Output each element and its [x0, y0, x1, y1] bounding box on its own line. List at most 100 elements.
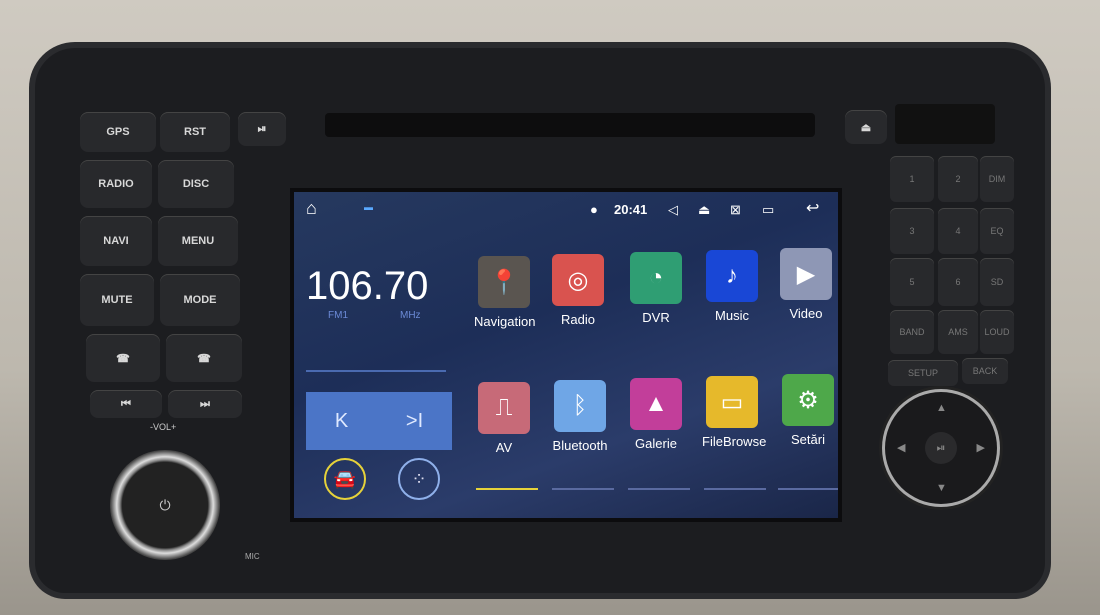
gps-button[interactable]: GPS — [80, 112, 156, 152]
phone-hangup-icon: ☎ — [197, 352, 211, 365]
up-arrow-icon[interactable]: ▲ — [936, 402, 947, 414]
app-av[interactable]: ⎍ AV — [474, 382, 534, 455]
navi-label: NAVI — [103, 235, 129, 247]
back-icon[interactable]: ↩ — [806, 198, 819, 218]
volume-label: -VOL+ — [150, 422, 177, 432]
app-radio[interactable]: ◎ Radio — [548, 254, 608, 327]
disc-button[interactable]: DISC — [158, 160, 234, 208]
next-label: ⏭ — [200, 397, 210, 410]
app-label: Radio — [561, 312, 595, 327]
page-indicator-active — [476, 488, 538, 490]
key-band[interactable]: BAND — [890, 310, 934, 354]
rst-button[interactable]: RST — [160, 112, 230, 152]
tuner-scale — [306, 370, 446, 372]
page-indicator — [704, 488, 766, 490]
eject-icon[interactable]: ⏏ — [698, 202, 710, 218]
navi-button[interactable]: NAVI — [80, 216, 152, 266]
apps-grid-icon: ⁘ — [411, 468, 427, 489]
page-indicator — [552, 488, 614, 490]
key-4[interactable]: 4 — [938, 208, 978, 254]
radio-frequency[interactable]: 106.70 — [306, 264, 428, 309]
next-track-button[interactable]: ⏭ — [168, 390, 242, 418]
down-arrow-icon[interactable]: ▼ — [936, 482, 947, 494]
car-icon: 🚘 — [333, 468, 357, 489]
key-setup[interactable]: SETUP — [888, 360, 958, 386]
app-label: Galerie — [635, 436, 677, 451]
folder-icon: ▭ — [706, 376, 758, 428]
call-hangup-button[interactable]: ☎ — [166, 334, 242, 382]
radio-label: RADIO — [98, 178, 134, 190]
key-6[interactable]: 6 — [938, 258, 978, 306]
key-ams[interactable]: AMS — [938, 310, 978, 354]
gallery-icon: ▲ — [630, 378, 682, 430]
media-controls: K >I — [306, 392, 452, 450]
key-loud[interactable]: LOUD — [980, 310, 1014, 354]
mute-button[interactable]: MUTE — [80, 274, 154, 326]
key-eq[interactable]: EQ — [980, 208, 1014, 254]
close-screen-icon[interactable]: ⊠ — [730, 202, 741, 218]
menu-button[interactable]: MENU — [158, 216, 238, 266]
left-arrow-icon[interactable]: ◀ — [897, 441, 905, 454]
all-apps-button[interactable]: ⁘ — [398, 458, 440, 500]
volume-icon[interactable]: ◁ — [668, 202, 678, 218]
key-2[interactable]: 2 — [938, 156, 978, 202]
app-galerie[interactable]: ▲ Galerie — [626, 378, 686, 451]
key-1[interactable]: 1 — [890, 156, 934, 202]
app-label: Video — [789, 306, 823, 321]
rst-label: RST — [184, 126, 206, 138]
app-navigation[interactable]: 📍 Navigation — [474, 256, 536, 329]
navigation-dpad[interactable]: ▲ ▼ ◀ ▶ ⏯ — [885, 392, 997, 504]
prev-track-button[interactable]: ⏮ — [90, 390, 162, 418]
music-note-icon: ♪ — [706, 250, 758, 302]
notification-icon: ▬ — [364, 202, 373, 212]
home-icon[interactable]: ⌂ — [306, 198, 317, 219]
play-icon: ▶ — [780, 248, 832, 300]
app-video[interactable]: ▶ Video — [776, 248, 836, 321]
previous-icon[interactable]: K — [335, 410, 348, 433]
volume-knob[interactable]: ⏻ — [110, 450, 220, 560]
location-pin-icon: 📍 — [478, 256, 530, 308]
mic-label: MIC — [245, 552, 260, 561]
app-label: DVR — [642, 310, 670, 325]
location-icon: ● — [590, 202, 598, 217]
recent-apps-icon[interactable]: ▭ — [762, 202, 774, 218]
play-pause-icon[interactable]: ⏯ — [925, 432, 957, 464]
car-settings-button[interactable]: 🚘 — [324, 458, 366, 500]
app-label: AV — [495, 440, 513, 455]
app-label: Navigation — [474, 314, 536, 329]
app-bluetooth[interactable]: ᛒ Bluetooth — [550, 380, 610, 453]
disc-slot — [325, 113, 815, 137]
app-label: Setări — [791, 432, 825, 447]
av-in-icon: ⎍ — [478, 382, 530, 434]
call-answer-button[interactable]: ☎ — [86, 334, 160, 382]
app-dvr[interactable]: ◔ DVR — [626, 252, 686, 325]
phone-answer-icon: ☎ — [116, 352, 130, 365]
status-bar: ⌂ ▬ ● 20:41 ◁ ⏏ ⊠ ▭ ↩ — [294, 192, 838, 228]
mute-label: MUTE — [101, 294, 133, 306]
eject-button[interactable]: ⏏ — [845, 110, 887, 144]
menu-label: MENU — [181, 235, 215, 247]
mode-label: MODE — [183, 294, 217, 306]
next-icon[interactable]: >I — [406, 410, 423, 433]
touch-screen: ⌂ ▬ ● 20:41 ◁ ⏏ ⊠ ▭ ↩ 106.70 FM1 MHz K >… — [290, 188, 842, 522]
clock: 20:41 — [614, 202, 648, 217]
gauge-icon: ◔ — [630, 252, 682, 304]
broadcast-icon: ◎ — [552, 254, 604, 306]
sd-card-slot[interactable] — [895, 104, 995, 144]
key-5[interactable]: 5 — [890, 258, 934, 306]
radio-unit: MHz — [400, 310, 421, 321]
key-dim[interactable]: DIM — [980, 156, 1014, 202]
right-arrow-icon[interactable]: ▶ — [977, 441, 985, 454]
key-back[interactable]: BACK — [962, 358, 1008, 384]
key-3[interactable]: 3 — [890, 208, 934, 254]
radio-band: FM1 — [328, 310, 348, 321]
radio-button[interactable]: RADIO — [80, 160, 152, 208]
app-setări[interactable]: ⚙ Setări — [778, 374, 838, 447]
key-sd[interactable]: SD — [980, 258, 1014, 306]
app-filebrowse[interactable]: ▭ FileBrowse — [702, 376, 766, 449]
app-music[interactable]: ♪ Music — [702, 250, 762, 323]
play-pause-button[interactable]: ⏯ — [238, 112, 286, 146]
power-icon: ⏻ — [159, 496, 171, 513]
bluetooth-icon: ᛒ — [554, 380, 606, 432]
mode-button[interactable]: MODE — [160, 274, 240, 326]
